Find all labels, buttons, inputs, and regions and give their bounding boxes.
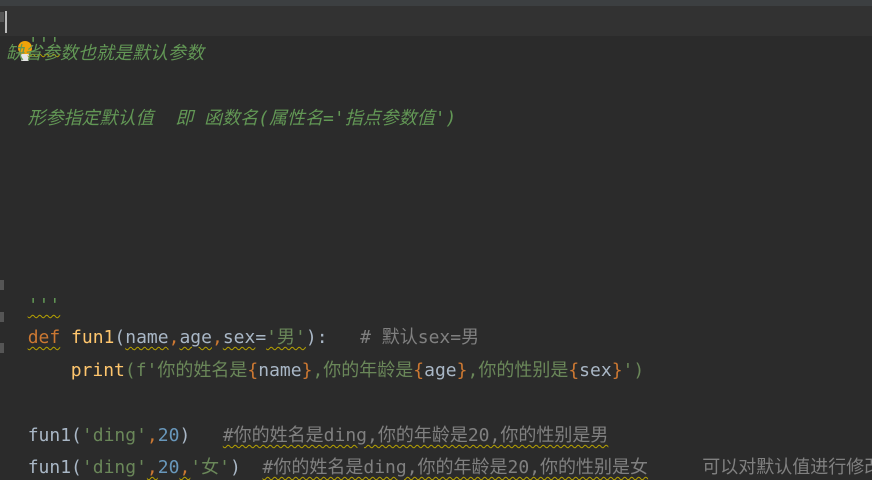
fstring-var: name [258,360,302,381]
fold-marker[interactable] [0,343,4,353]
code-line-call-2[interactable]: fun1('ding',20,'女') #你的姓名是ding,你的年龄是20,你… [6,432,872,480]
brace: } [611,360,623,381]
fold-marker[interactable] [0,280,4,290]
code-line-print[interactable]: print(f'你的姓名是{name},你的年龄是{age},你的性别是{sex… [49,335,645,383]
fold-marker[interactable] [0,312,4,322]
call-name: fun1 [27,457,72,478]
brace: { [413,360,425,381]
comma: , [179,457,191,478]
docstring-line-2[interactable]: 形参指定默认值 即 函数名(属性名='指点参数值') [6,107,457,131]
brace: } [301,360,313,381]
arg-string: 'ding' [81,457,147,478]
paren: ) [229,457,241,478]
fstring-var: age [424,360,457,381]
docstring-line-1[interactable]: 缺省参数也就是默认参数 [6,42,204,66]
fstring-var: sex [579,360,612,381]
comma: , [146,457,158,478]
brace: } [456,360,468,381]
fstring-part: ') [622,360,645,381]
fstring-part: (f'你的姓名是 [124,360,248,381]
code-comment: #你的姓名是ding,你的年龄是20,你的性别是女 [262,457,649,478]
arg-string: '女' [190,457,230,478]
fold-marker[interactable] [0,12,4,22]
fstring-part: ,你的性别是 [467,360,569,381]
arg-number: 20 [157,457,180,478]
fstring-part: ,你的年龄是 [312,360,414,381]
current-line-highlight [0,6,872,36]
brace: { [568,360,580,381]
brace: { [247,360,259,381]
builtin-print: print [70,360,125,381]
code-comment-note: 可以对默认值进行修改 [702,457,872,478]
